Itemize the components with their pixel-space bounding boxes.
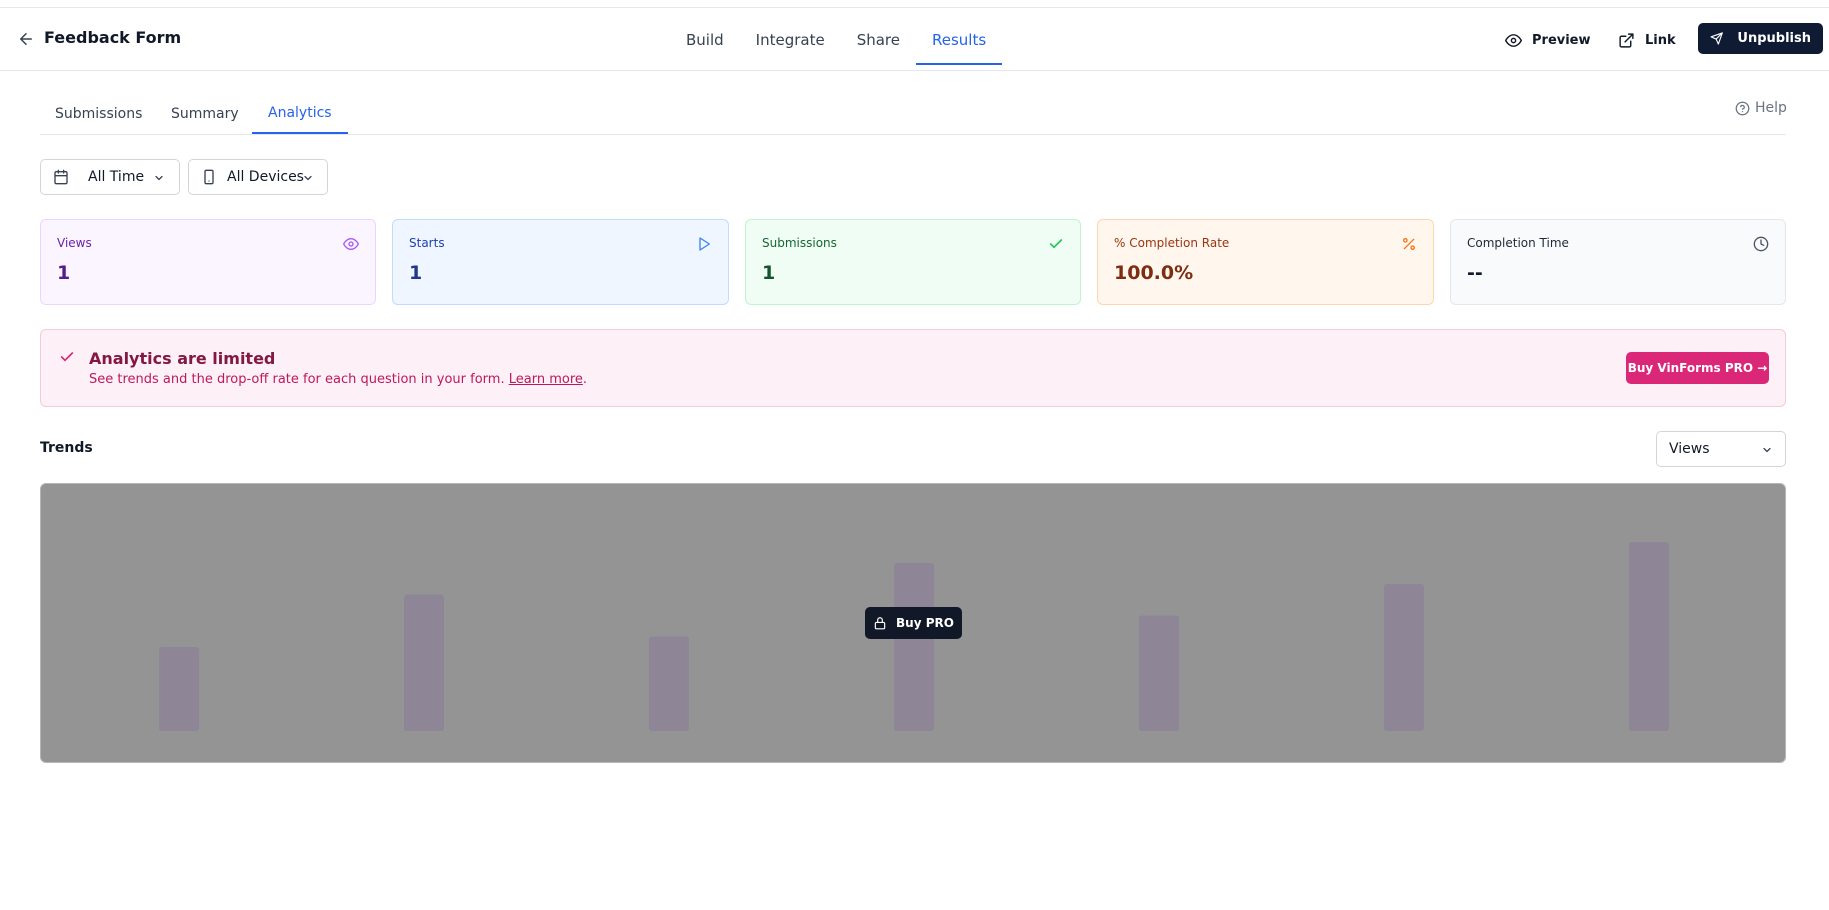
subtab-analytics[interactable]: Analytics	[252, 94, 348, 134]
smartphone-icon	[204, 169, 214, 185]
chevron-down-icon	[155, 175, 163, 181]
stat-value: 1	[57, 262, 71, 284]
banner-title: Analytics are limited	[89, 349, 276, 368]
check-icon	[1049, 239, 1063, 249]
stat-card-completion-time: Completion Time --	[1450, 219, 1786, 305]
device-filter-value: All Devices	[227, 169, 304, 185]
clock-icon	[1753, 236, 1769, 252]
chart-bar-2	[404, 594, 444, 731]
banner-text: See trends and the drop-off rate for eac…	[89, 372, 505, 387]
lock-icon	[874, 617, 886, 630]
preview-label: Preview	[1532, 32, 1591, 48]
stat-value: 1	[762, 262, 776, 284]
buy-vinforms-pro-button[interactable]: Buy VinForms PRO →	[1626, 352, 1769, 384]
percent-icon	[1403, 238, 1415, 250]
trends-metric-value: Views	[1669, 441, 1710, 457]
trends-title: Trends	[40, 440, 93, 456]
time-filter-value: All Time	[88, 169, 145, 185]
chart-bar-3	[649, 636, 689, 731]
stat-label: % Completion Rate	[1114, 236, 1230, 250]
eye-icon	[343, 238, 359, 250]
eye-icon	[1505, 33, 1522, 47]
back-arrow-icon[interactable]	[17, 30, 35, 48]
banner-suffix: .	[582, 372, 588, 387]
help-label: Help	[1755, 100, 1787, 116]
chart-bar-4	[894, 563, 934, 731]
trends-metric-select[interactable]: Views	[1656, 431, 1786, 467]
device-filter-select[interactable]: All Devices	[188, 159, 328, 195]
subtab-submissions[interactable]: Submissions	[55, 94, 142, 134]
tab-build[interactable]: Build	[670, 8, 740, 71]
unpublish-label: Unpublish	[1737, 31, 1811, 46]
analytics-limited-banner: Analytics are limited See trends and the…	[40, 329, 1786, 407]
link-label: Link	[1645, 32, 1676, 48]
stat-label: Starts	[409, 236, 445, 250]
stat-value: 100.0%	[1114, 262, 1194, 284]
stat-card-submissions: Submissions 1	[745, 219, 1081, 305]
buy-pro-button[interactable]: Buy PRO	[865, 607, 962, 639]
subtab-summary[interactable]: Summary	[171, 94, 239, 134]
time-filter-select[interactable]: All Time	[40, 159, 180, 195]
link-button[interactable]: Link	[1618, 26, 1676, 54]
stat-card-views: Views 1	[40, 219, 376, 305]
unpublish-button[interactable]: Unpublish	[1698, 23, 1823, 54]
chevron-down-icon	[304, 175, 312, 181]
help-circle-icon	[1735, 101, 1750, 115]
main-tabs: Build Integrate Share Results	[670, 8, 1003, 71]
check-icon	[60, 352, 74, 362]
tab-results[interactable]: Results	[915, 8, 1003, 71]
chart-bar-5	[1139, 615, 1179, 731]
stat-label: Completion Time	[1467, 236, 1569, 250]
chart-bar-7	[1629, 542, 1669, 731]
send-icon	[1710, 32, 1723, 45]
stat-value: --	[1467, 262, 1483, 284]
results-subtabs: Submissions Summary Analytics	[40, 94, 1786, 135]
preview-button[interactable]: Preview	[1505, 26, 1591, 54]
buy-pro-label: Buy PRO	[896, 616, 954, 630]
calendar-icon	[54, 169, 68, 185]
stat-card-completion-rate: % Completion Rate 100.0%	[1097, 219, 1434, 305]
stat-card-starts: Starts 1	[392, 219, 729, 305]
banner-description: See trends and the drop-off rate for eac…	[89, 372, 587, 387]
external-link-icon	[1619, 32, 1634, 48]
stat-label: Submissions	[762, 236, 837, 250]
stat-label: Views	[57, 236, 92, 250]
chart-bar-1	[159, 647, 199, 731]
form-title: Feedback Form	[44, 28, 182, 47]
tab-integrate[interactable]: Integrate	[740, 8, 841, 71]
tab-share[interactable]: Share	[841, 8, 916, 71]
stat-value: 1	[409, 262, 423, 284]
learn-more-link[interactable]: Learn more	[509, 372, 583, 387]
play-icon	[699, 237, 710, 251]
chevron-down-icon	[1763, 447, 1771, 453]
app-header: Feedback Form Build Integrate Share Resu…	[0, 8, 1829, 71]
chart-bar-6	[1384, 584, 1424, 731]
help-link[interactable]: Help	[1735, 100, 1787, 116]
